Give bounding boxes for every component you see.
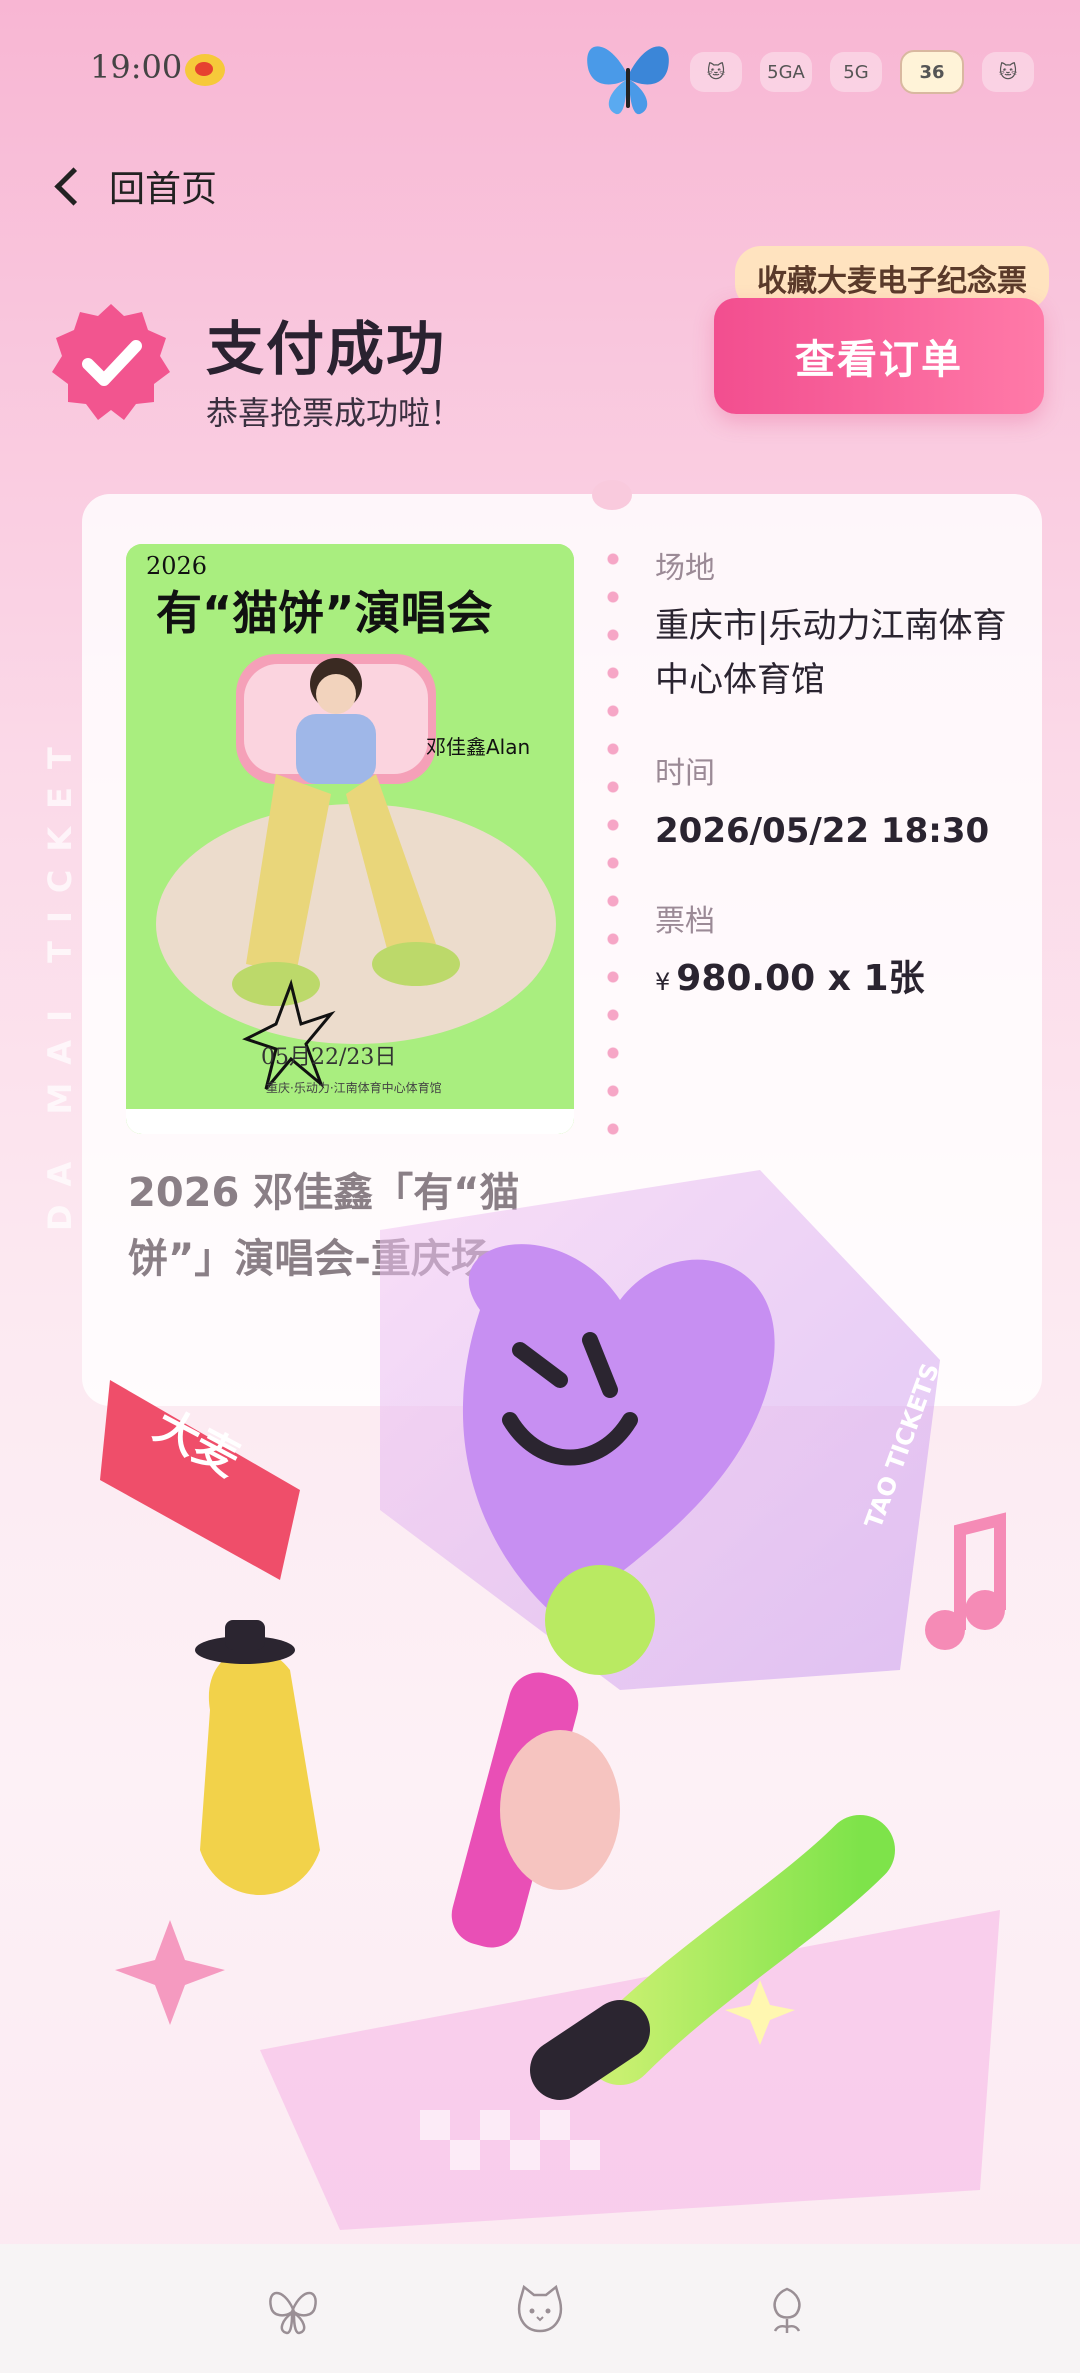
signal-5g: 5G — [830, 52, 882, 92]
time-value: 2026/05/22 18:30 — [655, 811, 990, 851]
view-order-button[interactable]: 查看订单 — [714, 298, 1044, 414]
cat-wifi-icon: 🐱 — [690, 52, 742, 92]
weibo-icon — [185, 54, 225, 86]
poster-artist: 邓佳鑫Alan — [426, 735, 530, 759]
butterfly-icon — [587, 46, 669, 115]
tier-label: 票档 — [655, 904, 715, 939]
time-section: 时间 2026/05/22 18:30 — [655, 748, 1035, 858]
poster-title: 有“猫饼”演唱会 — [156, 586, 492, 640]
back-label: 回首页 — [109, 169, 218, 210]
cat-charging-icon: 🐱 — [982, 52, 1034, 92]
time-label: 时间 — [655, 756, 715, 791]
status-icons: 🐱 5GA 5G 36 🐱 — [690, 48, 1034, 96]
ticket-notch — [592, 480, 632, 510]
ticket-perforation — [607, 540, 619, 1140]
status-time: 19:00 — [90, 48, 183, 86]
tier-value: 980.00 x 1张 — [676, 958, 925, 999]
flower-icon — [773, 2287, 801, 2333]
venue-value: 重庆市|乐动力江南体育中心体育馆 — [655, 606, 1007, 700]
damai-celebration-illustration: 大麦 TAO TICKETS — [100, 1170, 1006, 2230]
bottom-nav — [0, 2244, 1080, 2373]
battery-indicator: 36 — [900, 50, 964, 94]
success-title: 支付成功 — [206, 315, 447, 383]
poster-art: 2026 有“猫饼”演唱会 邓佳鑫Alan 05月22/23日 重庆·乐动力·江… — [126, 544, 574, 1134]
tier-currency: ¥ — [655, 968, 671, 996]
poster-date: 05月22/23日 — [261, 1045, 396, 1070]
signal-5ga: 5GA — [760, 52, 812, 92]
success-subtitle: 恭喜抢票成功啦！ — [206, 394, 463, 432]
venue-section: 场地 重庆市|乐动力江南体育中心体育馆 — [655, 543, 1015, 707]
tier-section: 票档 ¥ 980.00 x 1张 — [655, 896, 1035, 1006]
nav-butterfly[interactable] — [261, 2277, 325, 2341]
nav-cat[interactable] — [508, 2277, 572, 2341]
back-button[interactable]: 回首页 — [50, 160, 217, 212]
nav-flower[interactable] — [755, 2277, 819, 2341]
butterfly-icon — [269, 2291, 318, 2334]
poster-venue: 重庆·乐动力·江南体育中心体育馆 — [266, 1080, 442, 1095]
venue-label: 场地 — [655, 551, 715, 586]
poster-year: 2026 — [146, 552, 207, 580]
success-check-icon — [52, 304, 170, 420]
concert-poster[interactable]: 2026 有“猫饼”演唱会 邓佳鑫Alan 05月22/23日 重庆·乐动力·江… — [126, 544, 574, 1134]
cat-face-icon — [517, 2284, 563, 2332]
chevron-left-icon — [54, 166, 93, 206]
